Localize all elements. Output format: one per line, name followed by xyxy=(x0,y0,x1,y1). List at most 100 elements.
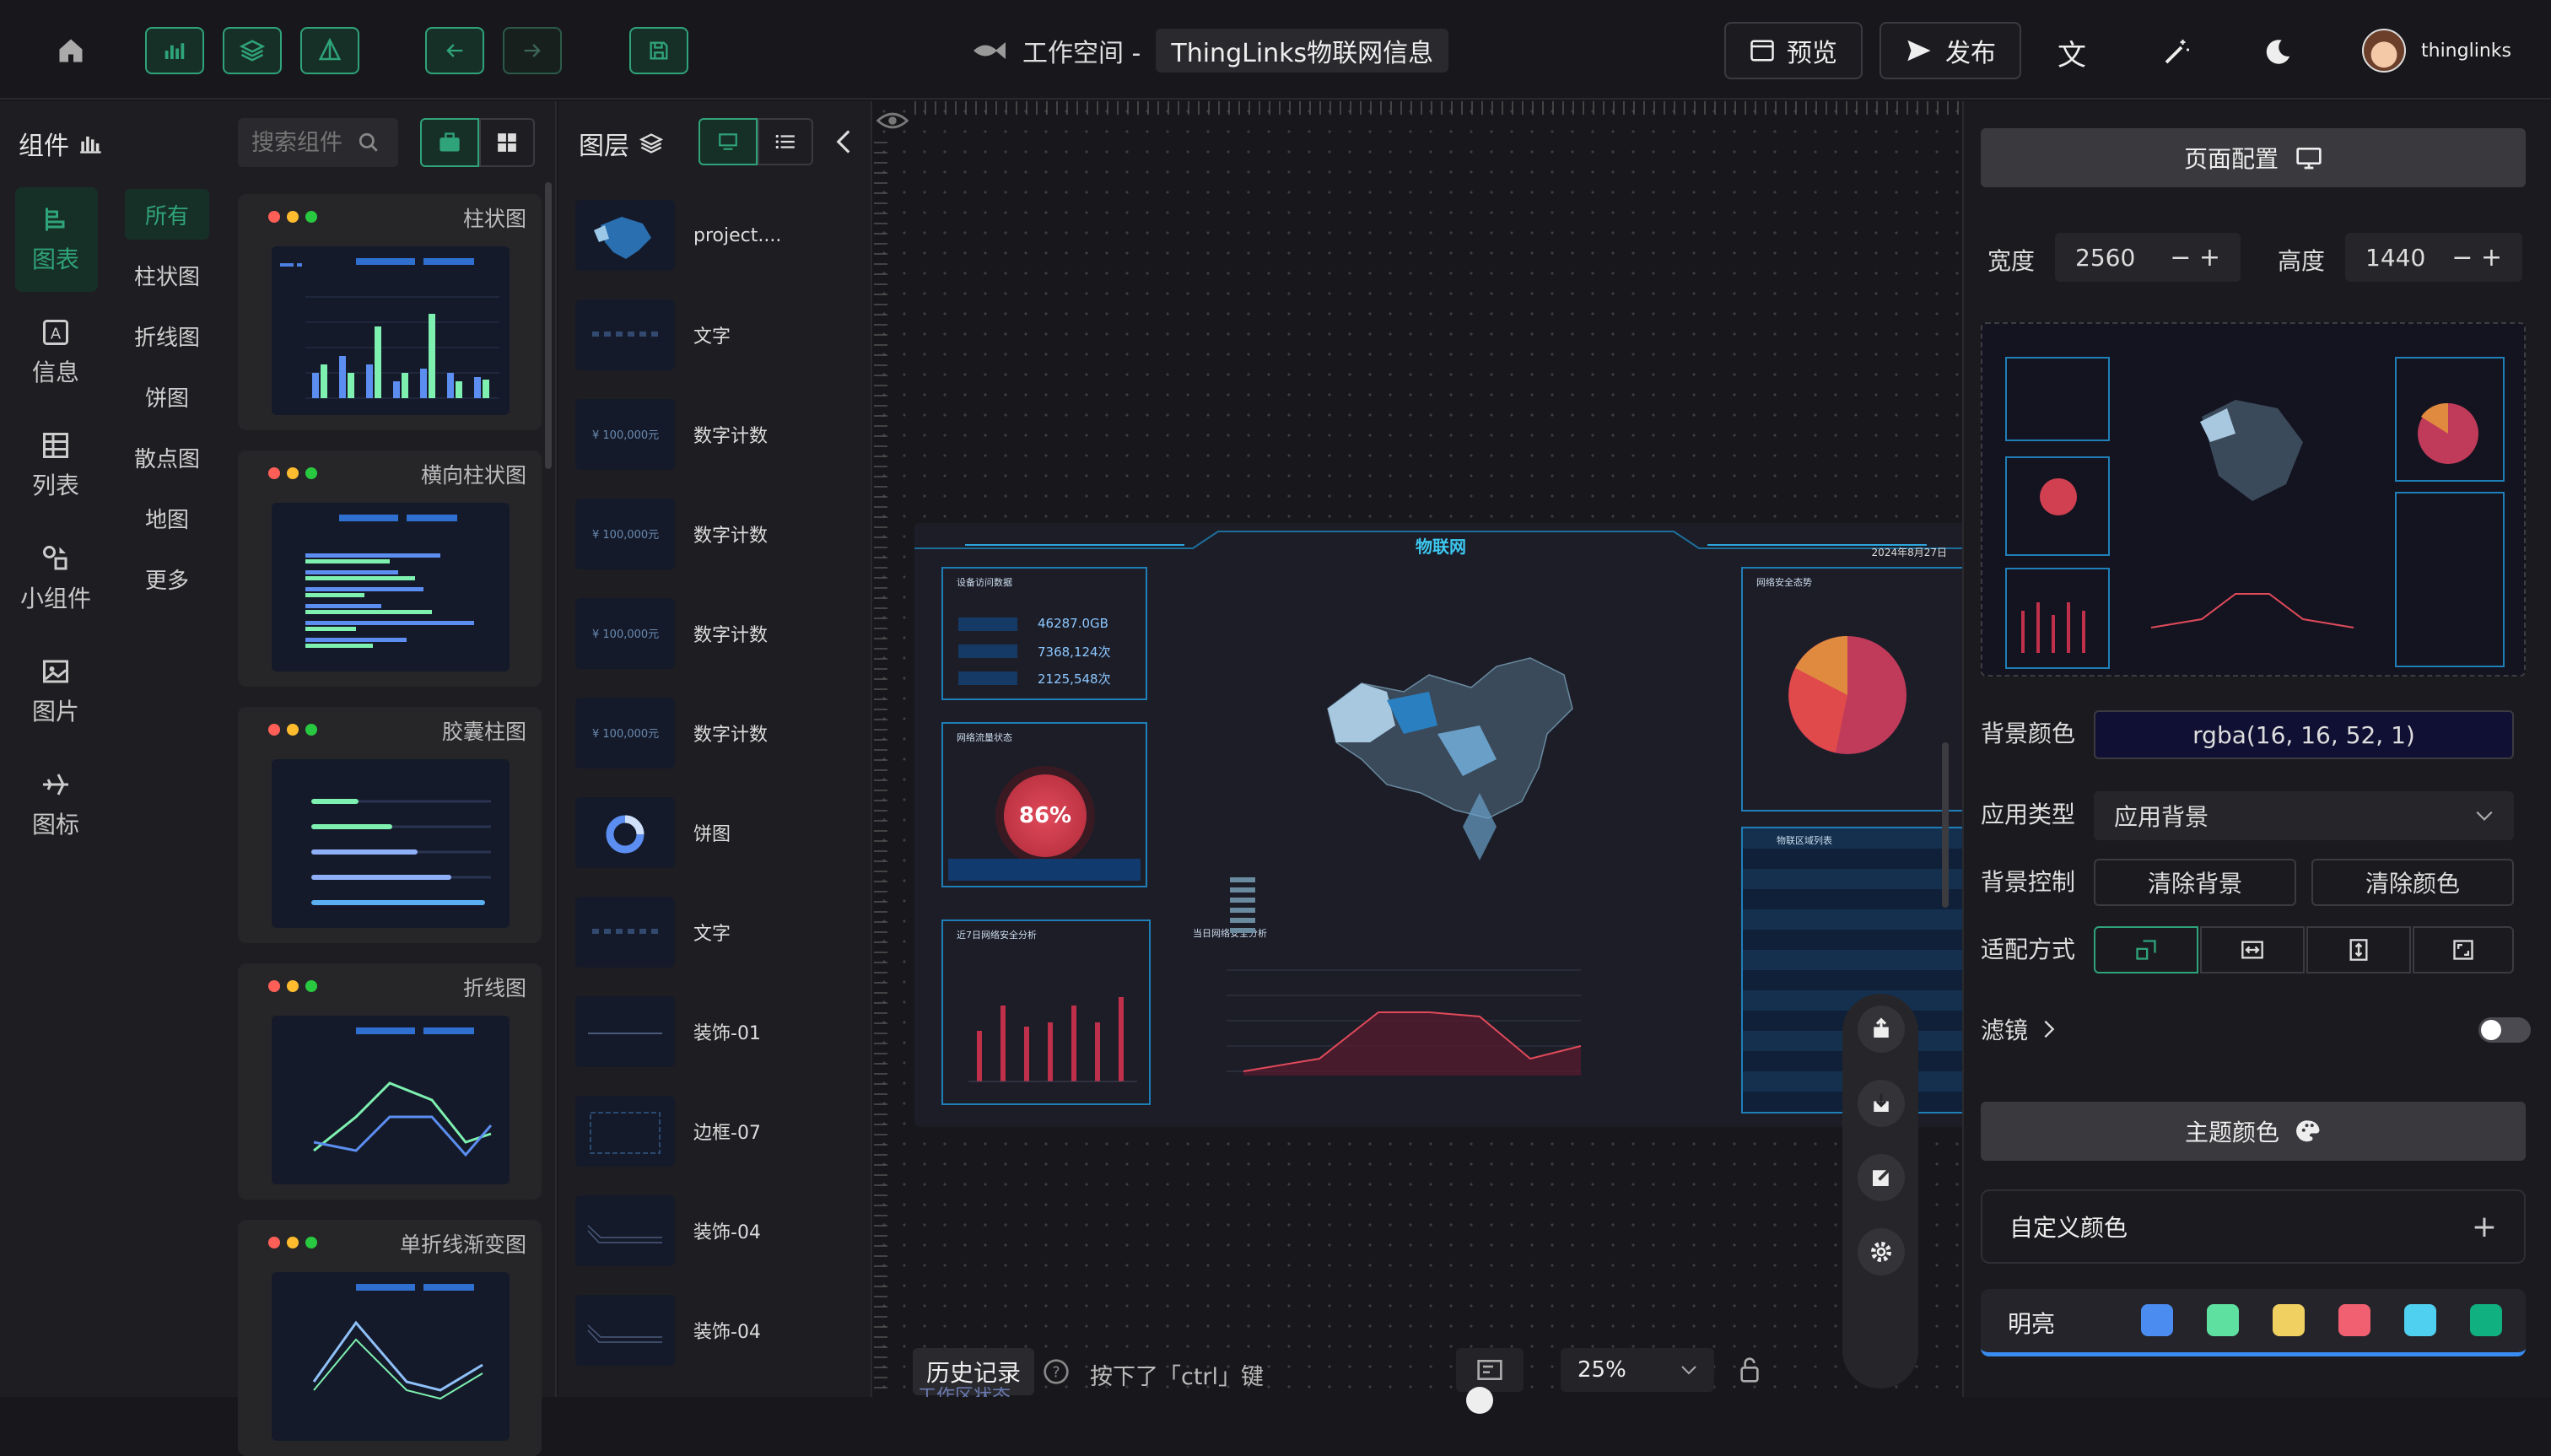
category-icon[interactable]: 图标 xyxy=(13,769,98,840)
category-image[interactable]: 图片 xyxy=(13,656,98,727)
device-access-label xyxy=(958,617,1017,631)
layer-item[interactable]: 文字 xyxy=(575,896,854,968)
layer-item[interactable]: ¥ 100,000元 数字计数 xyxy=(575,597,854,670)
component-card-gradient-line[interactable]: 单折线渐变图 xyxy=(238,1220,542,1456)
layer-item[interactable]: ¥ 100,000元 数字计数 xyxy=(575,498,854,570)
components-scrollbar[interactable] xyxy=(545,182,552,469)
dashboard-screen[interactable]: 物联网 2024年8月27日 设备访问数据 46287.0GB 7368,124… xyxy=(914,523,1967,1127)
grid-icon xyxy=(498,133,516,152)
undo-button[interactable] xyxy=(425,27,484,74)
collapse-layers-icon[interactable] xyxy=(827,121,860,162)
subcategory-all[interactable]: 所有 xyxy=(125,199,209,230)
clear-background-button[interactable]: 清除背景 xyxy=(2094,859,2296,906)
import-icon[interactable] xyxy=(1858,1080,1905,1127)
language-icon[interactable]: 文 xyxy=(2052,32,2092,73)
canvas-area[interactable]: 物联网 2024年8月27日 设备访问数据 46287.0GB 7368,124… xyxy=(874,101,1967,1414)
subcategory-map[interactable]: 地图 xyxy=(125,503,209,534)
layer-thumbnail xyxy=(575,299,675,370)
search-components[interactable] xyxy=(238,118,398,167)
publish-button[interactable]: 发布 xyxy=(1880,22,2021,79)
traffic-gauge: 86% xyxy=(1004,774,1087,857)
fit-width-button[interactable] xyxy=(2200,926,2305,973)
window-dots xyxy=(268,1237,317,1248)
custom-color-row[interactable]: 自定义颜色 + xyxy=(1981,1189,2526,1264)
page-config-tab[interactable]: 页面配置 xyxy=(1981,128,2526,187)
clear-color-button[interactable]: 清除颜色 xyxy=(2311,859,2514,906)
layer-thumbnail-view-toggle[interactable] xyxy=(698,118,758,165)
layer-item[interactable]: project.... xyxy=(575,199,854,272)
canvas-scrollbar[interactable] xyxy=(1942,742,1949,908)
layer-item[interactable]: 装饰-04 xyxy=(575,1294,854,1367)
grid-view-toggle[interactable] xyxy=(479,118,535,167)
dark-mode-icon[interactable] xyxy=(2257,32,2298,73)
layer-item[interactable]: 文字 xyxy=(575,299,854,371)
app-type-select[interactable]: 应用背景 xyxy=(2094,791,2514,840)
help-icon[interactable]: ? xyxy=(1038,1353,1075,1390)
save-button[interactable] xyxy=(629,27,688,74)
lock-icon[interactable] xyxy=(1733,1351,1766,1389)
category-widget[interactable]: 小组件 xyxy=(13,543,98,614)
widget-icon xyxy=(43,546,67,570)
search-input[interactable] xyxy=(251,129,351,156)
component-card-line[interactable]: 折线图 xyxy=(238,963,542,1200)
layer-list-view-toggle[interactable] xyxy=(758,118,813,165)
export-icon[interactable] xyxy=(1858,1006,1905,1053)
category-info[interactable]: A 信息 xyxy=(13,317,98,388)
settings-icon[interactable] xyxy=(1858,1228,1905,1275)
theme-swatch[interactable] xyxy=(2273,1304,2305,1336)
zoom-slider-thumb[interactable] xyxy=(1466,1387,1493,1414)
theme-swatch[interactable] xyxy=(2470,1304,2502,1336)
edit-icon[interactable] xyxy=(1858,1154,1905,1201)
add-icon[interactable]: + xyxy=(2472,1210,2497,1244)
fit-height-button[interactable] xyxy=(2306,926,2411,973)
card-view-toggle[interactable] xyxy=(420,118,479,167)
home-icon[interactable] xyxy=(51,30,91,71)
user-menu[interactable]: thinglinks xyxy=(2362,29,2511,73)
fit-full-button[interactable] xyxy=(2413,926,2514,973)
subcategory-bar[interactable]: 柱状图 xyxy=(125,260,209,291)
theme-swatch[interactable] xyxy=(2141,1304,2173,1336)
eye-icon[interactable] xyxy=(874,106,911,135)
height-stepper[interactable]: − + xyxy=(2451,243,2502,272)
layer-item[interactable]: ¥ 100,000元 数字计数 xyxy=(575,697,854,769)
theme-swatch[interactable] xyxy=(2404,1304,2436,1336)
fit-auto-button[interactable] xyxy=(2094,926,2198,973)
bright-theme-row[interactable]: 明亮 xyxy=(1981,1289,2526,1356)
layer-item[interactable]: ¥ 100,000元 数字计数 xyxy=(575,398,854,471)
filter-row[interactable]: 滤镜 xyxy=(1981,1012,2055,1046)
subcategory-scatter[interactable]: 散点图 xyxy=(125,442,209,473)
layers-panel-toggle-button[interactable] xyxy=(223,27,282,74)
subcategory-pie[interactable]: 饼图 xyxy=(125,381,209,413)
category-chart[interactable]: 图表 xyxy=(13,204,98,275)
width-input[interactable]: 2560 − + xyxy=(2055,233,2241,282)
magic-wand-icon[interactable] xyxy=(2156,32,2197,73)
window-dots xyxy=(268,724,317,736)
subcategory-more[interactable]: 更多 xyxy=(125,564,209,595)
layer-item[interactable]: 边框-07 xyxy=(575,1095,854,1167)
info-icon: A xyxy=(43,320,68,345)
height-input[interactable]: 1440 − + xyxy=(2345,233,2522,282)
category-list[interactable]: 列表 xyxy=(13,430,98,501)
preview-button[interactable]: 预览 xyxy=(1724,22,1863,79)
subcategory-line[interactable]: 折线图 xyxy=(125,321,209,352)
layer-item[interactable]: 装饰-04 xyxy=(575,1194,854,1267)
component-card-horizontal-bar[interactable]: 横向柱状图 xyxy=(238,450,542,687)
minimap-toggle-icon[interactable] xyxy=(1456,1348,1524,1392)
theme-color-tab[interactable]: 主题颜色 xyxy=(1981,1102,2526,1161)
theme-swatch[interactable] xyxy=(2207,1304,2239,1336)
weekly-bar-chart xyxy=(968,997,1137,1082)
width-stepper[interactable]: − + xyxy=(2170,243,2220,272)
project-name[interactable]: ThingLinks物联网信息 xyxy=(1156,29,1449,73)
layer-item[interactable]: 装饰-01 xyxy=(575,995,854,1068)
details-panel-toggle-button[interactable] xyxy=(300,27,359,74)
ruler-top xyxy=(914,101,1962,115)
redo-button[interactable] xyxy=(503,27,562,74)
zoom-select[interactable]: 25% xyxy=(1561,1348,1714,1392)
filter-toggle[interactable] xyxy=(2478,1017,2531,1043)
layer-item[interactable]: 饼图 xyxy=(575,796,854,869)
component-card-capsule-bar[interactable]: 胶囊柱图 xyxy=(238,707,542,943)
component-card-bar[interactable]: 柱状图 xyxy=(238,194,542,430)
bg-color-input[interactable]: rgba(16, 16, 52, 1) xyxy=(2094,710,2514,759)
theme-swatch[interactable] xyxy=(2338,1304,2370,1336)
chart-panel-toggle-button[interactable] xyxy=(145,27,204,74)
